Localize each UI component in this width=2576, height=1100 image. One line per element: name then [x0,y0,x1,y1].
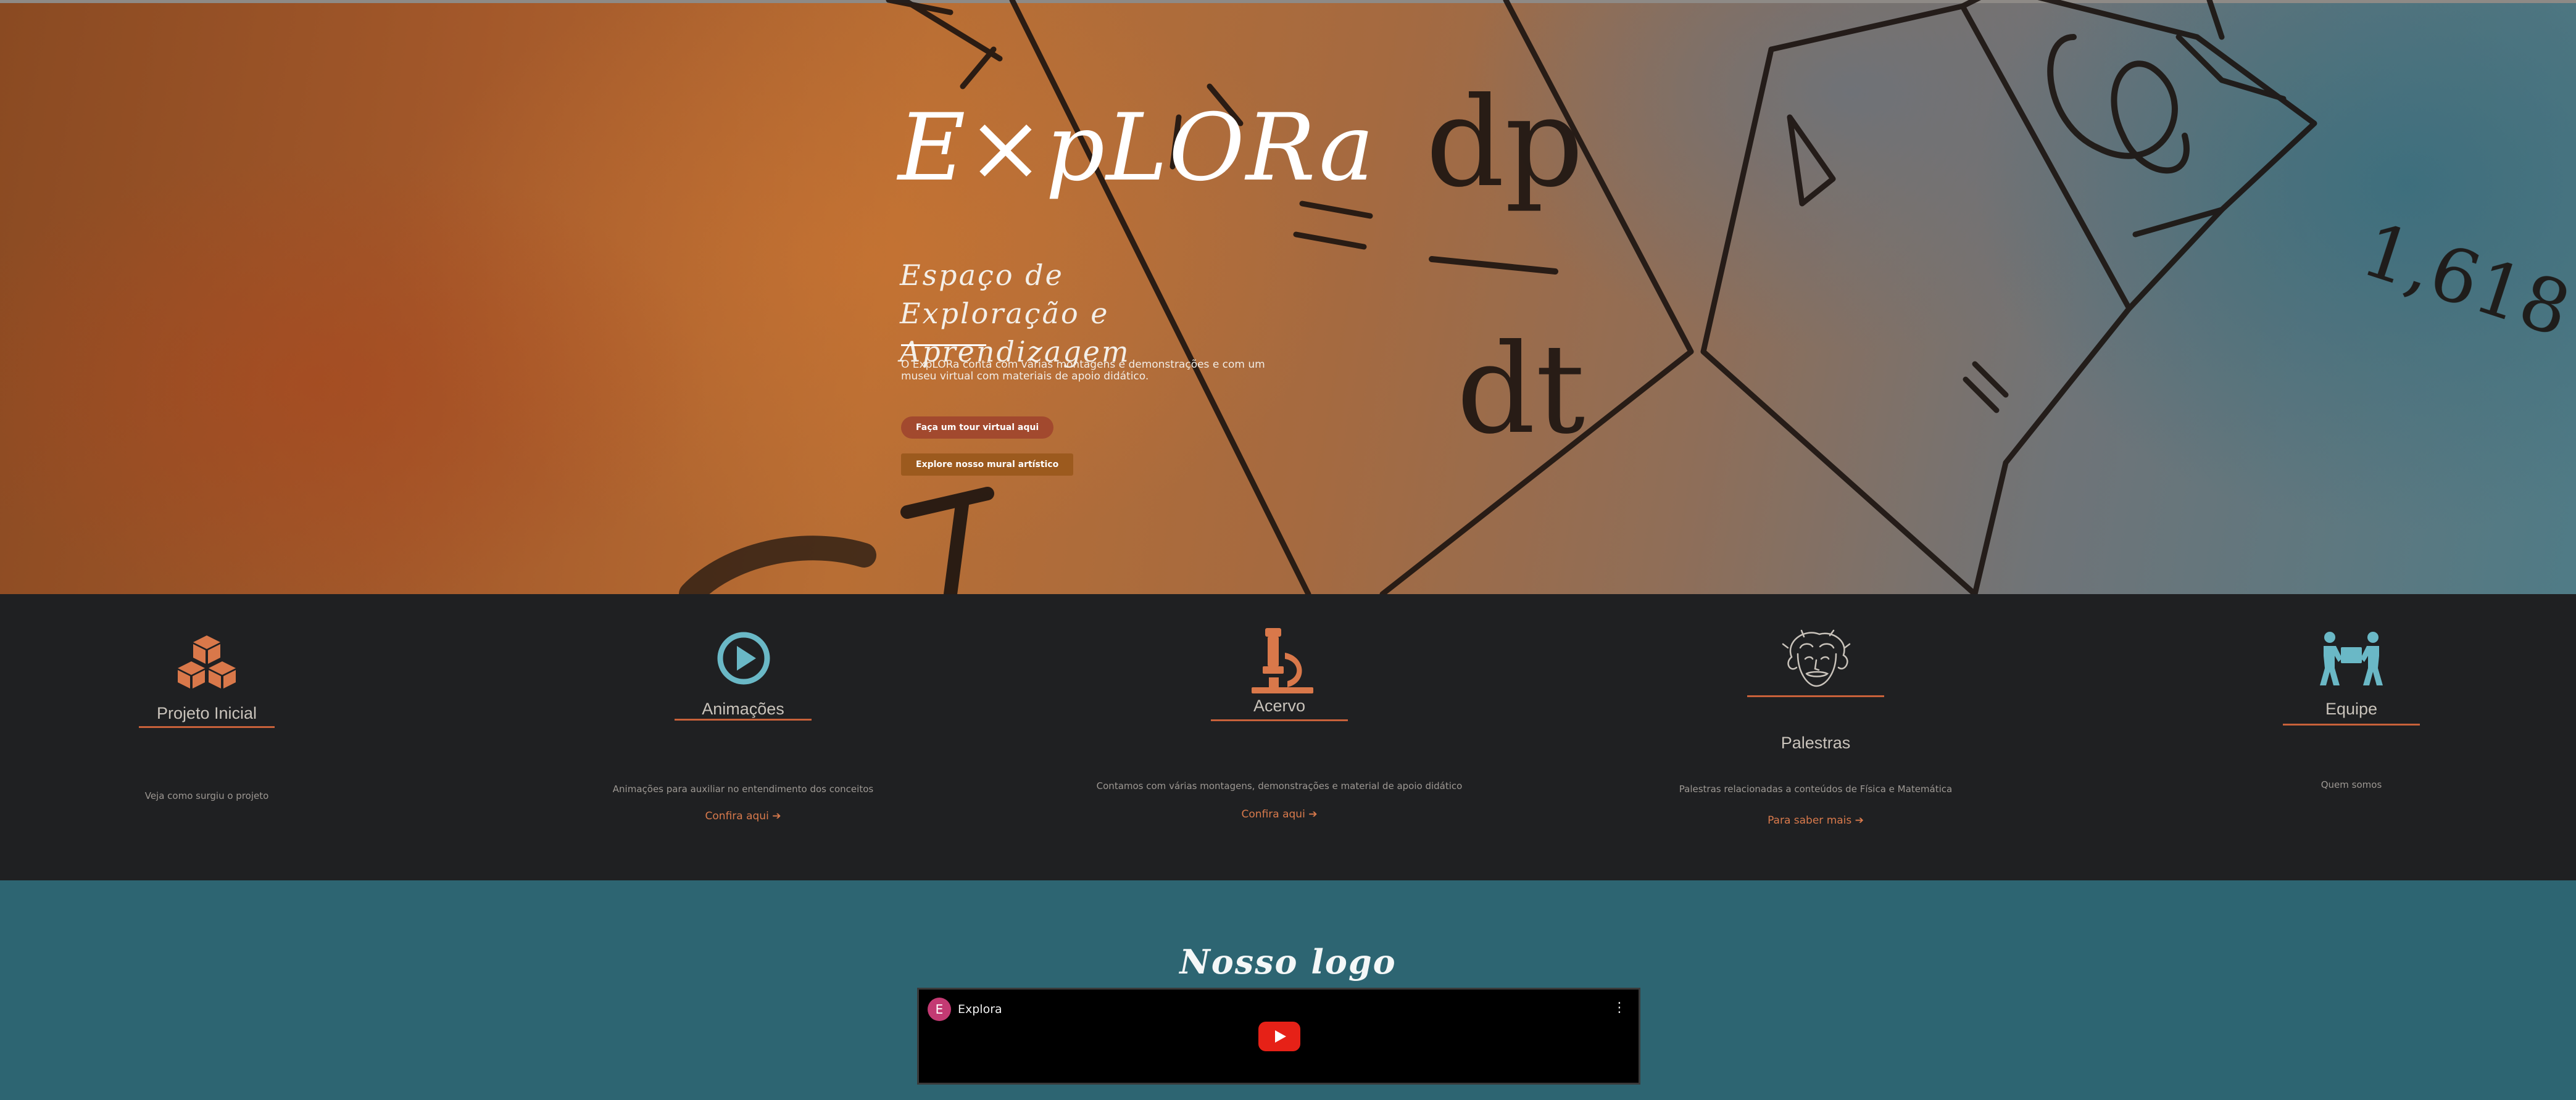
people-carry-icon [2320,632,2383,685]
feature-description: Veja como surgiu o projeto [144,790,269,801]
feature-palestras[interactable]: Palestras Palestras relacionadas a conte… [1679,629,1952,827]
feature-title: Projeto Inicial [156,704,257,722]
feature-title: Palestras [1780,734,1851,752]
acervo-link[interactable]: Confira aqui ➔ [1149,808,1410,821]
arrow-right-icon: ➔ [1308,808,1318,821]
animacoes-link[interactable]: Confira aqui ➔ [613,810,873,822]
link-label: Confira aqui [705,810,769,822]
feature-divider [2283,724,2420,726]
link-label: Confira aqui [1241,808,1305,821]
feature-equipe[interactable]: Equipe Quem somos [2283,631,2420,790]
feature-description: Animações para auxiliar no entendimento … [612,784,874,795]
virtual-tour-button[interactable]: Faça um tour virtual aqui [901,416,1054,439]
subtitle-divider [901,344,986,346]
feature-title: Animações [702,700,784,718]
hero-section: dp dt 1,618 E×pLORa Espaço de Exploração… [0,0,2576,594]
channel-avatar[interactable]: E [928,998,951,1021]
feature-description: Quem somos [2320,779,2382,790]
hero-background-art: dp dt 1,618 [679,0,2576,594]
feature-acervo[interactable]: Acervo Contamos com várias montagens, de… [1097,628,1462,821]
logo-section: Nosso logo E Explora ⋮ [0,880,2576,1100]
feature-projeto-inicial[interactable]: Projeto Inicial Veja como surgiu o proje… [139,634,275,801]
play-button[interactable] [1258,1022,1300,1051]
arrow-right-icon: ➔ [772,810,781,822]
feature-divider [675,719,812,721]
feature-description: Palestras relacionadas a conteúdos de Fí… [1679,784,1953,795]
youtube-embed[interactable]: E Explora ⋮ [917,988,1640,1085]
art-dt-text: dt [1456,318,1585,461]
mural-button[interactable]: Explore nosso mural artístico [901,453,1074,476]
feature-divider [1211,719,1348,721]
more-options-icon[interactable]: ⋮ [1613,999,1626,1017]
hero-logo-title: E×pLORa [898,94,1376,202]
feature-divider [139,726,275,728]
art-dp-text: dp [1426,71,1584,215]
section-title: Nosso logo [1179,942,1397,982]
play-circle-icon [717,632,770,685]
einstein-portrait-icon [1782,629,1851,687]
palestras-link[interactable]: Para saber mais ➔ [1685,814,1946,827]
feature-divider [1747,695,1884,697]
hero-subtitle: Espaço de Exploração e Aprendizagem [900,258,1131,368]
cubes-icon [178,635,236,689]
feature-title: Acervo [1253,697,1306,715]
art-ratio-text: 1,618 [2352,207,2576,354]
channel-name[interactable]: Explora [958,1002,1002,1017]
feature-animacoes[interactable]: Animações Animações para auxiliar no ent… [613,631,873,822]
hero-description: O ExpLORa conta com várias montagens e d… [901,358,1265,383]
arrow-right-icon: ➔ [1855,814,1864,827]
microscope-icon [1252,628,1313,693]
feature-title: Equipe [2325,700,2378,718]
feature-description: Contamos com várias montagens, demonstra… [1096,780,1463,792]
features-section: Projeto Inicial Veja como surgiu o proje… [0,594,2576,880]
link-label: Para saber mais [1768,814,1852,827]
